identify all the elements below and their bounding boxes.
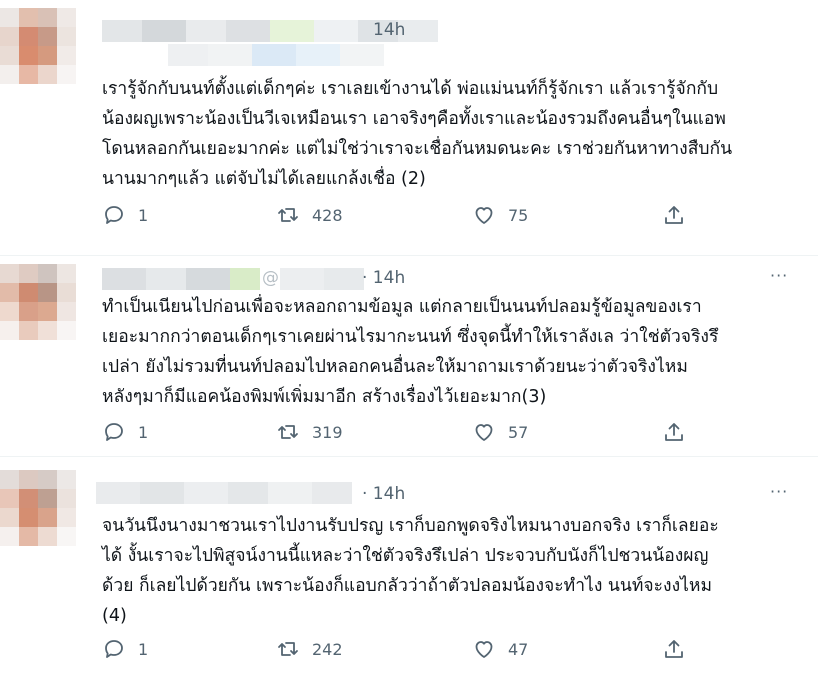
username[interactable] [168,44,384,66]
retweet-count: 242 [312,639,343,659]
tweet-1[interactable]: 14h เรารู้จักกับนนท์ตั้งแต่เด็กๆค่ะ เราเ… [0,0,818,255]
reply-button[interactable]: 1 [102,420,148,444]
like-button[interactable]: 75 [472,203,528,227]
tweet-text: เรารู้จักกับนนท์ตั้งแต่เด็กๆค่ะ เราเลยเข… [102,79,733,189]
like-button[interactable]: 57 [472,420,528,444]
tweet-text: ทำเป็นเนียนไปก่อนเพื่อจะหลอกถามข้อมูล แต… [102,297,719,407]
reply-icon [105,206,123,224]
heart-icon [475,424,493,441]
like-count: 47 [508,639,529,659]
tweet-2[interactable]: @ · 14h ··· ทำเป็นเนียนไปก่อนเพื่อจะหลอก… [0,256,818,456]
share-icon [665,640,683,658]
display-name[interactable] [102,268,260,290]
share-button[interactable] [662,203,686,227]
reply-button[interactable]: 1 [102,203,148,227]
avatar[interactable] [0,470,76,546]
like-button[interactable]: 47 [472,637,528,661]
reply-button[interactable]: 1 [102,637,148,661]
timestamp[interactable]: 14h [373,20,405,40]
tweet-text: จนวันนึงนางมาชวนเราไปงานรับปรญ เราก็บอกพ… [102,516,719,626]
retweet-count: 319 [312,422,343,442]
share-button[interactable] [662,420,686,444]
retweet-button[interactable]: 242 [276,637,343,661]
heart-icon [475,207,493,224]
like-count: 75 [508,205,529,225]
username[interactable] [280,268,364,290]
more-icon[interactable]: ··· [770,482,788,501]
reply-icon [105,640,123,658]
reply-icon [105,423,123,441]
heart-icon [475,641,493,658]
retweet-button[interactable]: 428 [276,203,343,227]
avatar[interactable] [0,264,76,340]
retweet-icon [278,642,298,656]
avatar[interactable] [0,8,76,84]
share-icon [665,423,683,441]
retweet-icon [278,208,298,222]
reply-count: 1 [138,639,149,659]
reply-count: 1 [138,422,149,442]
timestamp[interactable]: · 14h [362,484,405,504]
timestamp[interactable]: · 14h [362,268,405,288]
reply-count: 1 [138,205,149,225]
retweet-button[interactable]: 319 [276,420,343,444]
tweet-3[interactable]: · 14h ··· จนวันนึงนางมาชวนเราไปงานรับปรญ… [0,457,818,689]
share-icon [665,206,683,224]
more-icon[interactable]: ··· [770,266,788,285]
share-button[interactable] [662,637,686,661]
retweet-icon [278,425,298,439]
like-count: 57 [508,422,529,442]
retweet-count: 428 [312,205,343,225]
handle-fragment: @ [262,268,279,288]
display-name[interactable] [96,482,352,504]
tweet-actions: 1 319 57 [102,420,702,450]
tweet-actions: 1 242 47 [102,637,702,667]
tweet-actions: 1 428 75 [102,203,702,233]
